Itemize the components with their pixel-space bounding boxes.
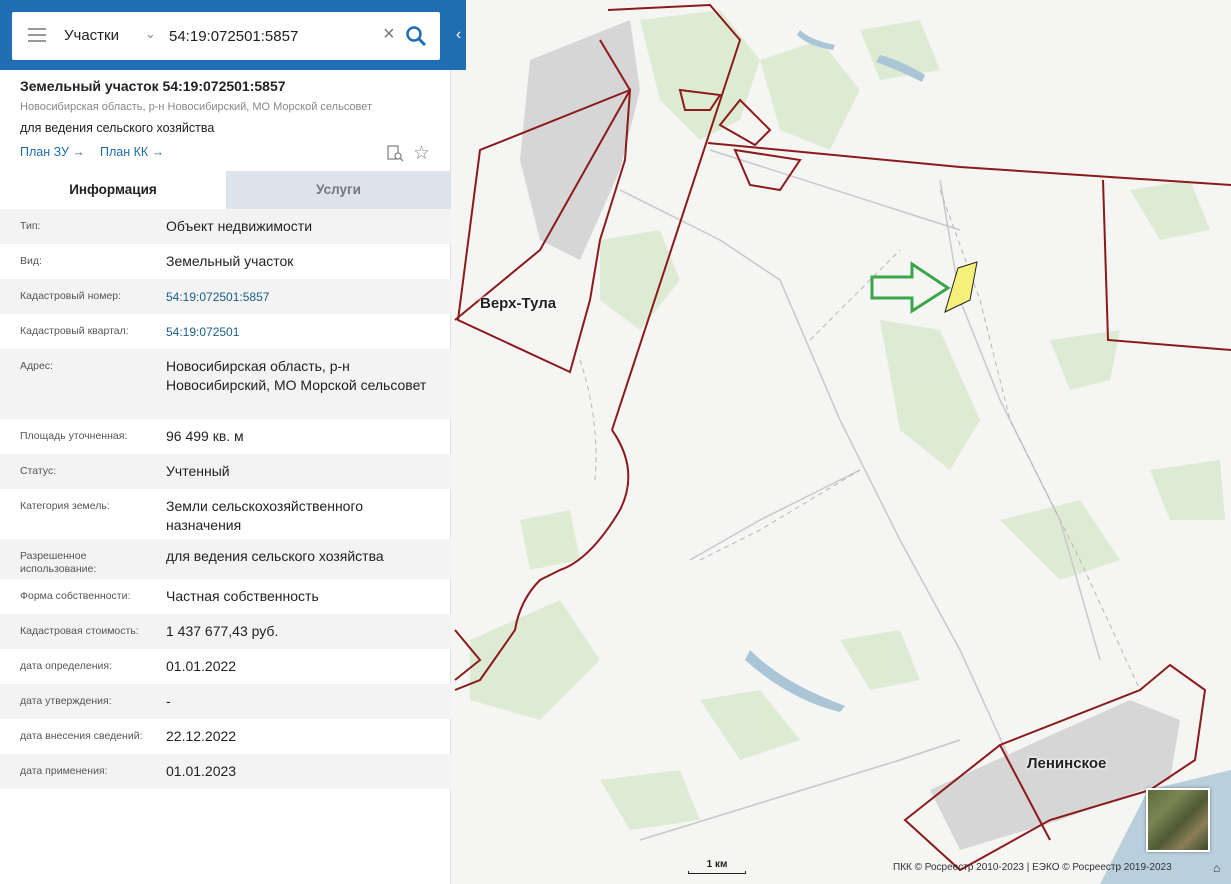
scale-bar [688,871,746,874]
attribute-row: Адрес: Новосибирская область, р-н Новосиб… [0,349,451,419]
attribute-value: Частная собственность [166,588,319,604]
attribute-row: дата утверждения: - [0,684,451,719]
attribute-row: Кадастровый номер: 54:19:072501:5857 [0,279,451,314]
attribute-label: Статус: [20,465,57,477]
attribute-row: Тип: Объект недвижимости [0,209,451,244]
attribute-row: Форма собственности: Частная собственност… [0,579,451,614]
search-input[interactable] [169,25,374,47]
tab-services[interactable]: Услуги [226,171,451,209]
map-label-leninskoe: Ленинское [1027,755,1107,772]
attribute-label: Разрешенное использование: [20,550,97,575]
document-search-icon[interactable] [386,144,404,162]
search-header: Участки ⌄ × ‹ [0,0,466,70]
tab-information[interactable]: Информация [0,171,226,209]
attribute-row: Кадастровый квартал: 54:19:072501 [0,314,451,349]
attribute-value: 22.12.2022 [166,728,237,744]
search-type-select[interactable]: Участки [64,27,119,44]
attribute-row: дата применения: 01.01.2023 [0,754,451,789]
attribute-value-link[interactable]: 54:19:072501 [166,323,436,342]
hamburger-menu-icon[interactable] [28,28,46,44]
attribute-label: Категория земель: [20,500,110,512]
attribute-row: Категория земель: Земли сельскохозяйствен… [0,489,451,539]
copyright-text: ПКК © Росреестр 2010-2023 | ЕЭКО © Росре… [893,862,1172,873]
attribute-label: дата внесения сведений: [20,730,143,742]
attribute-value: Земельный участок [166,253,294,269]
search-icon[interactable] [405,25,427,47]
attribute-label: Кадастровый квартал: [20,325,129,337]
favorite-star-icon[interactable]: ☆ [413,142,430,165]
attribute-value: 1 437 677,43 руб. [166,623,279,639]
parcel-title: Земельный участок 54:19:072501:5857 [20,78,286,94]
attribute-value: Объект недвижимости [166,218,313,234]
attribute-label: Вид: [20,255,42,267]
attribute-row: Площадь уточненная: 96 499 кв. м [0,419,451,454]
attribute-value: 01.01.2023 [166,763,237,779]
attribute-value: 01.01.2022 [166,658,237,674]
attribute-row: Разрешенное использование: для ведения се… [0,539,451,579]
attribute-label: дата определения: [20,660,113,672]
attribute-label: Форма собственности: [20,590,131,602]
chevron-down-icon[interactable]: ⌄ [145,26,156,42]
clear-icon[interactable]: × [383,23,395,46]
attribute-value: Земли сельскохозяйственного назначения [166,498,364,533]
attribute-label: Кадастровая стоимость: [20,625,139,637]
attribute-label: дата утверждения: [20,695,112,707]
attribute-value: - [166,693,171,709]
attribute-row: Статус: Учтенный [0,454,451,489]
satellite-layer-toggle[interactable] [1146,788,1210,852]
parcel-address-subtitle: Новосибирская область, р-н Новосибирский… [20,101,373,113]
attributes-list: Тип: Объект недвижимости Вид: Земельный уча… [0,209,451,789]
attribute-value: для ведения сельского хозяйства [166,548,384,564]
attribute-row: Вид: Земельный участок [0,244,451,279]
info-panel: Земельный участок 54:19:072501:5857 Ново… [0,0,451,884]
attribute-value: Учтенный [166,463,230,479]
attribute-label: Тип: [20,220,41,232]
attribute-row: дата определения: 01.01.2022 [0,649,451,684]
attribute-row: Кадастровая стоимость: 1 437 677,43 руб. [0,614,451,649]
attribute-label: Кадастровый номер: [20,290,122,302]
attribute-label: Адрес: [20,360,53,372]
plan-zu-link[interactable]: План ЗУ → [20,145,85,159]
parcel-usage: для ведения сельского хозяйства [20,121,215,135]
map-label-verkh-tula: Верх-Тула [480,295,557,312]
collapse-panel-icon[interactable]: ‹ [451,22,466,48]
attribute-value: Новосибирская область, р-н Новосибирский… [166,358,427,393]
attribute-label: Площадь уточненная: [20,430,128,442]
app-root: Верх-Тула Ленинское Земельный участок 54… [0,0,1231,884]
plan-kk-link[interactable]: План КК → [100,145,164,159]
search-box: Участки ⌄ × [12,12,440,60]
attribute-label: дата применения: [20,765,108,777]
panel-tabs: Информация Услуги [0,171,451,209]
attribute-row: дата внесения сведений: 22.12.2022 [0,719,451,754]
home-icon[interactable]: ⌂ [1213,861,1220,875]
attribute-value: 96 499 кв. м [166,428,244,444]
attribute-value-link[interactable]: 54:19:072501:5857 [166,288,436,307]
